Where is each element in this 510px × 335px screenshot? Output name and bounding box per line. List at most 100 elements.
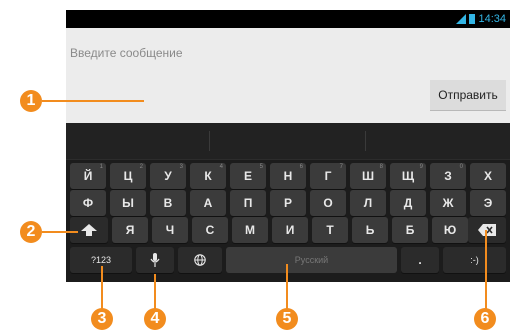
callout-3-pointer xyxy=(101,266,103,311)
key-row1-6[interactable]: Г7 xyxy=(310,163,346,189)
key-row3-3[interactable]: М xyxy=(232,217,268,243)
suggestion-strip xyxy=(66,123,510,160)
key-hint: 4 xyxy=(219,164,223,170)
voice-input-key[interactable] xyxy=(136,247,174,273)
key-label: Ж xyxy=(442,196,454,210)
key-row3-5[interactable]: Т xyxy=(312,217,348,243)
backspace-key[interactable] xyxy=(468,217,506,243)
callout-5-pointer xyxy=(286,264,288,311)
key-label: Т xyxy=(326,223,334,237)
key-row2-4[interactable]: П xyxy=(230,190,266,216)
key-row2-6[interactable]: О xyxy=(310,190,346,216)
key-row2-10[interactable]: Э xyxy=(470,190,506,216)
callout-6: 6 xyxy=(474,308,496,330)
key-row1-1[interactable]: Ц2 xyxy=(110,163,146,189)
send-button[interactable]: Отправить xyxy=(430,80,506,111)
key-label: Ф xyxy=(82,196,94,210)
compose-area: Введите сообщение Отправить xyxy=(66,28,510,132)
key-row3-7[interactable]: Б xyxy=(392,217,428,243)
key-label: О xyxy=(323,196,333,210)
key-row1-9[interactable]: З0 xyxy=(430,163,466,189)
status-time: 14:34 xyxy=(478,13,506,25)
key-row2-7[interactable]: Л xyxy=(350,190,386,216)
key-label: Ц xyxy=(123,169,133,183)
space-key[interactable]: Русский xyxy=(226,247,397,273)
callout-4: 4 xyxy=(144,308,166,330)
callout-5: 5 xyxy=(276,308,298,330)
key-label: К xyxy=(204,169,212,183)
key-row2-5[interactable]: Р xyxy=(270,190,306,216)
key-row2-2[interactable]: В xyxy=(150,190,186,216)
callout-6-pointer xyxy=(485,230,487,310)
key-row1-5[interactable]: Н6 xyxy=(270,163,306,189)
message-input[interactable]: Введите сообщение xyxy=(70,46,183,60)
key-row3-2[interactable]: С xyxy=(192,217,228,243)
key-hint: 1 xyxy=(99,164,103,170)
key-label: А xyxy=(203,196,213,210)
key-row3-8[interactable]: Ю xyxy=(432,217,468,243)
key-row1-3[interactable]: К4 xyxy=(190,163,226,189)
callout-2: 2 xyxy=(20,221,42,243)
key-label: Ч xyxy=(165,223,175,237)
key-label: Г xyxy=(324,169,332,183)
key-row3-1[interactable]: Ч xyxy=(152,217,188,243)
shift-key[interactable] xyxy=(70,217,108,243)
key-row1-2[interactable]: У3 xyxy=(150,163,186,189)
callout-1-pointer xyxy=(42,100,144,102)
callout-1: 1 xyxy=(20,90,42,112)
key-label: Ь xyxy=(365,223,375,237)
key-hint: 0 xyxy=(459,164,463,170)
callout-3: 3 xyxy=(91,308,113,330)
microphone-icon xyxy=(150,253,160,267)
key-label: Я xyxy=(125,223,135,237)
status-bar: 14:34 xyxy=(66,10,510,28)
key-row1-4[interactable]: Е5 xyxy=(230,163,266,189)
key-hint: 6 xyxy=(299,164,303,170)
key-hint: 7 xyxy=(339,164,343,170)
key-label: М xyxy=(245,223,255,237)
key-row2-1[interactable]: Ы xyxy=(110,190,146,216)
key-row1-0[interactable]: Й1 xyxy=(70,163,106,189)
shift-icon xyxy=(81,224,97,236)
key-label: Н xyxy=(283,169,293,183)
key-label: Ю xyxy=(443,223,457,237)
period-key[interactable]: . xyxy=(401,247,439,273)
key-row2-9[interactable]: Ж xyxy=(430,190,466,216)
on-screen-keyboard: Й1Ц2У3К4Е5Н6Г7Ш8Щ9З0Х ФЫВАПРОЛДЖЭ ЯЧСМИТ… xyxy=(66,123,510,282)
key-label: И xyxy=(285,223,295,237)
key-label: Л xyxy=(363,196,373,210)
callout-2-pointer xyxy=(42,231,78,233)
key-label: Ы xyxy=(122,196,134,210)
key-label: С xyxy=(205,223,215,237)
key-row1-7[interactable]: Ш8 xyxy=(350,163,386,189)
key-hint: 9 xyxy=(419,164,423,170)
key-row1-10[interactable]: Х xyxy=(470,163,506,189)
globe-icon xyxy=(194,254,206,266)
signal-icon xyxy=(456,14,467,24)
key-label: У xyxy=(164,169,172,183)
key-row2-3[interactable]: А xyxy=(190,190,226,216)
key-hint: 3 xyxy=(179,164,183,170)
key-label: Щ xyxy=(401,169,415,183)
backspace-icon xyxy=(478,224,496,236)
key-row2-8[interactable]: Д xyxy=(390,190,426,216)
key-row2-0[interactable]: Ф xyxy=(70,190,106,216)
key-label: З xyxy=(444,169,452,183)
callout-4-pointer xyxy=(154,274,156,311)
smiley-key[interactable]: :-) xyxy=(443,247,506,273)
key-row3-0[interactable]: Я xyxy=(112,217,148,243)
key-row3-6[interactable]: Ь xyxy=(352,217,388,243)
key-hint: 5 xyxy=(259,164,263,170)
key-label: В xyxy=(163,196,173,210)
key-hint: 2 xyxy=(139,164,143,170)
key-label: Х xyxy=(483,169,492,183)
key-hint: 8 xyxy=(379,164,383,170)
key-label: Е xyxy=(243,169,252,183)
key-label: Д xyxy=(403,196,413,210)
key-label: Ш xyxy=(361,169,375,183)
key-row3-4[interactable]: И xyxy=(272,217,308,243)
key-label: Б xyxy=(405,223,415,237)
battery-icon xyxy=(469,14,476,24)
key-row1-8[interactable]: Щ9 xyxy=(390,163,426,189)
language-key[interactable] xyxy=(178,247,222,273)
